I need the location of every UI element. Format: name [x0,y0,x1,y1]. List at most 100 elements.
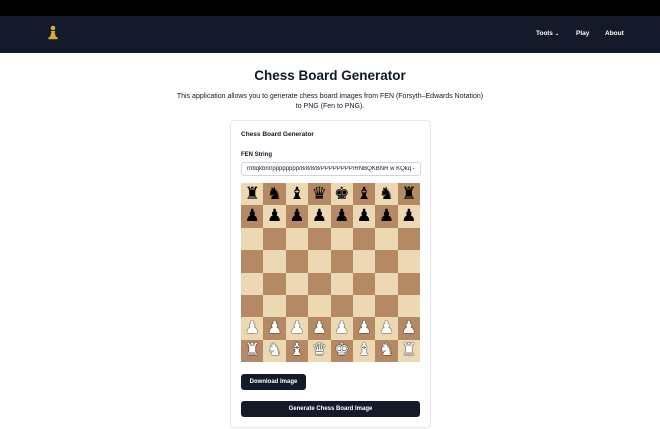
board-square-g1[interactable]: ♞ [375,339,398,362]
board-square-b5[interactable] [263,250,286,273]
board-square-a6[interactable] [241,227,264,251]
board-square-e1[interactable]: ♚ [330,339,353,362]
board-square-a7[interactable]: ♟ [241,205,264,228]
white-pawn-icon[interactable]: ♟ [312,319,327,337]
black-queen-icon[interactable]: ♛ [312,185,327,203]
board-square-d7[interactable]: ♟ [308,205,331,228]
board-square-g6[interactable] [375,227,398,251]
board-square-c7[interactable]: ♟ [285,205,309,228]
board-square-d1[interactable]: ♛ [308,339,331,362]
white-queen-icon[interactable]: ♛ [312,342,327,359]
board-square-b8[interactable]: ♞ [263,183,286,206]
generate-board-button[interactable]: Generate Chess Board Image [241,401,420,417]
board-square-h7[interactable]: ♟ · [397,205,420,228]
white-pawn-icon[interactable]: ♟ [289,319,304,337]
black-rook-icon[interactable]: ♜ [401,185,416,203]
board-square-g2[interactable]: ♟ [375,317,398,340]
black-pawn-icon[interactable]: ♟ [289,208,304,225]
board-square-g5[interactable] [375,250,398,273]
board-square-f8[interactable]: ♝ [352,183,376,206]
white-pawn-icon[interactable]: ♟ [334,319,349,337]
board-square-f1[interactable]: ♝ [352,339,376,362]
chess-board[interactable]: ♜ ♞ ♝ ♛ ♚ ♝ ♞ ♜ ♟ ♟ ♟ ♟ ♟ ♟ ♟ ♟ · · · · · ♟ ♟ ♟ ♟ ♟ ♟ ♟ ♟ ♜ ♞ ♝ ♛ ♚ ♝ ♞ ♜ [241,183,420,362]
board-square-e3[interactable] [330,294,353,318]
board-square-c5[interactable] [285,250,309,273]
nav-tools[interactable]: Tools ⌄ [536,30,559,37]
board-square-a4[interactable] [241,272,264,295]
board-square-g3[interactable] [375,294,398,318]
nav-about[interactable]: About [605,30,624,37]
black-pawn-icon[interactable]: ♟ [356,208,371,225]
board-square-h2[interactable]: ♟ [397,317,420,340]
board-square-e7[interactable]: ♟ [330,205,353,228]
board-square-h1[interactable]: ♜ [397,339,420,362]
board-square-f7[interactable]: ♟ [352,205,376,228]
black-pawn-icon[interactable]: ♟ [379,208,394,225]
board-square-c1[interactable]: ♝ [285,339,309,362]
board-square-e2[interactable]: ♟ [330,317,353,340]
board-square-c8[interactable]: ♝ [285,183,309,206]
board-square-h8[interactable]: ♜ [397,183,420,206]
board-square-b4[interactable] [263,272,286,295]
white-pawn-icon[interactable]: ♟ [267,319,282,337]
board-square-f5[interactable] [352,250,376,273]
board-square-b1[interactable]: ♞ [263,339,286,362]
board-square-d3[interactable] [308,294,331,318]
board-square-h3[interactable]: · [397,294,420,318]
black-king-icon[interactable]: ♚ [334,185,349,203]
white-bishop-icon[interactable]: ♝ [356,342,371,359]
download-image-button[interactable]: Download Image [241,374,306,390]
board-square-b6[interactable] [263,227,286,251]
board-square-d4[interactable] [308,272,331,295]
white-knight-icon[interactable]: ♞ [267,342,282,359]
board-square-c2[interactable]: ♟ [285,317,309,340]
black-pawn-icon[interactable]: ♟ [401,208,416,225]
board-square-e6[interactable] [330,227,353,251]
board-square-b7[interactable]: ♟ [263,205,286,228]
board-square-c3[interactable] [285,294,309,318]
black-knight-icon[interactable]: ♞ [267,185,282,203]
board-square-g4[interactable] [375,272,398,295]
chess-pawn-logo-icon[interactable] [42,23,64,45]
white-pawn-icon[interactable]: ♟ [356,319,371,337]
board-square-f6[interactable] [352,227,376,251]
board-square-f2[interactable]: ♟ [352,317,376,340]
board-square-c4[interactable] [285,272,309,295]
black-bishop-icon[interactable]: ♝ [356,185,371,203]
board-square-f4[interactable] [352,272,376,295]
board-square-d2[interactable]: ♟ [308,317,331,340]
black-pawn-icon[interactable]: ♟ [312,208,327,225]
white-rook-icon[interactable]: ♜ [245,342,260,359]
board-square-h4[interactable]: · [397,272,420,295]
board-square-h5[interactable]: · [397,250,420,273]
board-square-a2[interactable]: ♟ [241,317,264,340]
white-pawn-icon[interactable]: ♟ [401,319,416,337]
white-pawn-icon[interactable]: ♟ [245,319,260,337]
board-square-g8[interactable]: ♞ [375,183,398,206]
board-square-a1[interactable]: ♜ [241,339,264,362]
board-square-a3[interactable] [241,294,264,318]
black-pawn-icon[interactable]: ♟ [334,208,349,225]
board-square-c6[interactable] [285,227,309,251]
board-square-e4[interactable] [330,272,353,295]
board-square-e8[interactable]: ♚ [330,183,353,206]
white-knight-icon[interactable]: ♞ [379,342,394,359]
board-square-a5[interactable] [241,250,264,273]
board-square-e5[interactable] [330,250,353,273]
board-square-f3[interactable] [352,294,376,318]
black-pawn-icon[interactable]: ♟ [267,208,282,225]
white-bishop-icon[interactable]: ♝ [289,342,304,359]
board-square-b2[interactable]: ♟ [263,317,286,340]
board-square-a8[interactable]: ♜ [241,183,264,206]
board-square-d5[interactable] [308,250,331,273]
white-pawn-icon[interactable]: ♟ [379,319,394,337]
nav-play[interactable]: Play [576,30,589,37]
black-pawn-icon[interactable]: ♟ [245,208,260,225]
board-square-b3[interactable] [263,294,286,318]
board-square-d6[interactable] [308,227,331,251]
white-rook-icon[interactable]: ♜ [401,342,416,359]
board-square-h6[interactable]: · [397,227,420,251]
white-king-icon[interactable]: ♚ [334,342,349,359]
board-square-g7[interactable]: ♟ [375,205,398,228]
black-rook-icon[interactable]: ♜ [245,185,260,203]
